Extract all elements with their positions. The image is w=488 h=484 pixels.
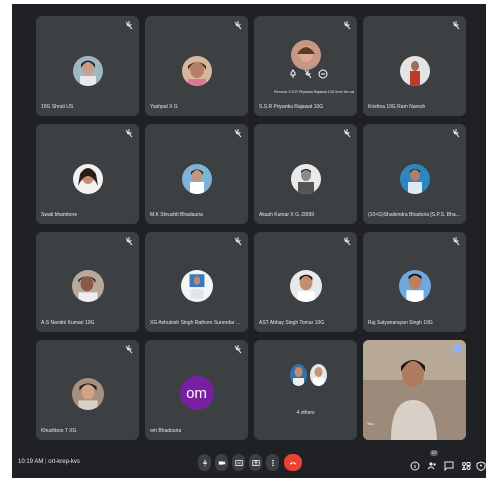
self-view-tile[interactable]: You <box>363 340 466 440</box>
participant-tile[interactable]: Krishna 10G Ram Naresh <box>363 16 466 116</box>
present-icon <box>251 459 260 466</box>
participant-avatar <box>181 164 212 194</box>
participant-tile[interactable]: 10G Shruti US <box>36 16 139 116</box>
people-button[interactable] <box>427 458 437 470</box>
meeting-code: ort-krep-kvs <box>48 459 80 465</box>
clock-time: 10:19 AM <box>18 459 44 465</box>
mic-off-icon <box>343 237 351 246</box>
captions-button[interactable] <box>232 454 245 471</box>
activities-button[interactable] <box>461 458 471 470</box>
tile-hover-controls <box>288 64 328 79</box>
mic-off-icon <box>125 129 133 138</box>
participant-name: Yashpal X G <box>150 104 178 110</box>
chat-icon <box>444 461 454 472</box>
people-icon <box>427 462 436 470</box>
participant-name: Swati bhambore <box>41 212 78 218</box>
mic-off-icon <box>234 237 242 246</box>
chat-button[interactable] <box>444 458 454 472</box>
pin-icon[interactable] <box>288 66 298 78</box>
present-button[interactable] <box>249 454 262 471</box>
participant-tile[interactable]: A.S Nandni Kumari 10G <box>36 232 139 332</box>
lock-person-icon <box>476 461 486 472</box>
meeting-window: 10G Shruti US Yashpal X G Remove S.S.R P… <box>12 4 486 478</box>
mic-off-icon <box>234 345 242 354</box>
participant-name: S.S.R Priyanka Rajawat 10G <box>259 104 324 110</box>
activities-icon <box>461 462 471 470</box>
meeting-details-button[interactable] <box>410 458 420 471</box>
participant-avatar <box>290 364 307 386</box>
participant-name: (10<G)Shailendra Bhadoria [S.P.S. Bhador… <box>368 212 461 218</box>
camera-button[interactable] <box>215 454 228 471</box>
mic-off-icon <box>125 21 133 30</box>
others-avatars <box>290 364 330 398</box>
participant-avatar <box>71 270 104 302</box>
participant-name: om Bhadouria <box>150 428 182 434</box>
participant-avatar <box>72 164 103 194</box>
mic-icon <box>202 459 207 466</box>
participant-tile[interactable]: Akash Kumar X G J3999 <box>254 124 357 224</box>
mic-off-icon <box>343 129 351 138</box>
participant-tile[interactable]: AST Abhay Singh Tomar 10G <box>254 232 357 332</box>
participant-tile[interactable]: om om Bhadouria <box>145 340 248 440</box>
participant-tile[interactable]: Yashpal X G <box>145 16 248 116</box>
bottom-bar: 10:19 AM | ort-krep-kvs 17 <box>12 450 486 478</box>
participant-tile[interactable]: XG Ashutosh Singh Rathore Surendar Sin..… <box>145 232 248 332</box>
mic-off-icon <box>125 345 133 354</box>
mute-participant-icon[interactable] <box>303 66 313 79</box>
participant-tile[interactable]: M.K Shrushti Bhadauria <box>145 124 248 224</box>
participant-name: Raj Satyanarayan Singh 10G <box>368 320 433 326</box>
participant-avatar <box>310 364 327 386</box>
participant-tile[interactable]: Khushboo T XG <box>36 340 139 440</box>
leave-call-button[interactable] <box>284 454 302 471</box>
participant-avatar <box>399 164 430 194</box>
participant-avatar <box>398 270 431 302</box>
self-video <box>363 340 466 440</box>
mic-off-icon <box>452 21 460 30</box>
participant-name: Akash Kumar X G J3999 <box>259 212 315 218</box>
meeting-info: 10:19 AM | ort-krep-kvs <box>18 459 80 465</box>
microphone-button[interactable] <box>198 454 211 471</box>
mic-off-icon <box>452 129 460 138</box>
mic-off-icon <box>234 21 242 30</box>
participant-avatar <box>289 270 322 302</box>
participant-avatar <box>71 378 104 410</box>
participant-tile[interactable]: Remove S.S.R Priyanka Rajawat 10G from t… <box>254 16 357 116</box>
more-options-icon[interactable] <box>453 344 462 353</box>
participant-tile[interactable]: Swati bhambore <box>36 124 139 224</box>
host-controls-button[interactable] <box>476 458 486 472</box>
participant-count-badge: 17 <box>430 450 438 456</box>
participant-tile[interactable]: Raj Satyanarayan Singh 10G <box>363 232 466 332</box>
participant-avatar <box>290 164 321 194</box>
mic-off-icon <box>343 21 351 30</box>
more-options-button[interactable] <box>266 454 279 471</box>
initials-avatar: om <box>179 376 214 410</box>
participant-name: 10G Shruti US <box>41 104 74 110</box>
camera-icon <box>218 460 225 465</box>
self-name: You <box>367 421 374 426</box>
participant-avatar <box>181 56 212 86</box>
separator: | <box>45 459 47 465</box>
mic-off-icon <box>234 129 242 138</box>
remove-tooltip: Remove S.S.R Priyanka Rajawat 10G from t… <box>274 90 354 94</box>
others-tile[interactable]: 4 others <box>254 340 357 440</box>
participant-name: A.S Nandni Kumari 10G <box>41 320 95 326</box>
more-vert-icon <box>271 459 274 466</box>
participant-name: M.K Shrushti Bhadauria <box>150 212 203 218</box>
captions-icon <box>234 459 243 466</box>
participant-avatar <box>72 56 103 86</box>
participant-name: Krishna 10G Ram Naresh <box>368 104 426 110</box>
others-count: 4 others <box>296 410 315 416</box>
participant-name: XG Ashutosh Singh Rathore Surendar Sin..… <box>150 320 243 326</box>
mic-off-icon <box>452 237 460 246</box>
participant-avatar <box>180 270 213 302</box>
hang-up-icon <box>289 461 297 465</box>
participant-avatar <box>399 56 430 86</box>
info-icon <box>410 461 420 471</box>
participant-name: Khushboo T XG <box>41 428 77 434</box>
remove-participant-icon[interactable] <box>318 66 328 79</box>
mic-off-icon <box>125 237 133 246</box>
participant-tile[interactable]: (10<G)Shailendra Bhadoria [S.P.S. Bhador… <box>363 124 466 224</box>
participant-name: AST Abhay Singh Tomar 10G <box>259 320 325 326</box>
